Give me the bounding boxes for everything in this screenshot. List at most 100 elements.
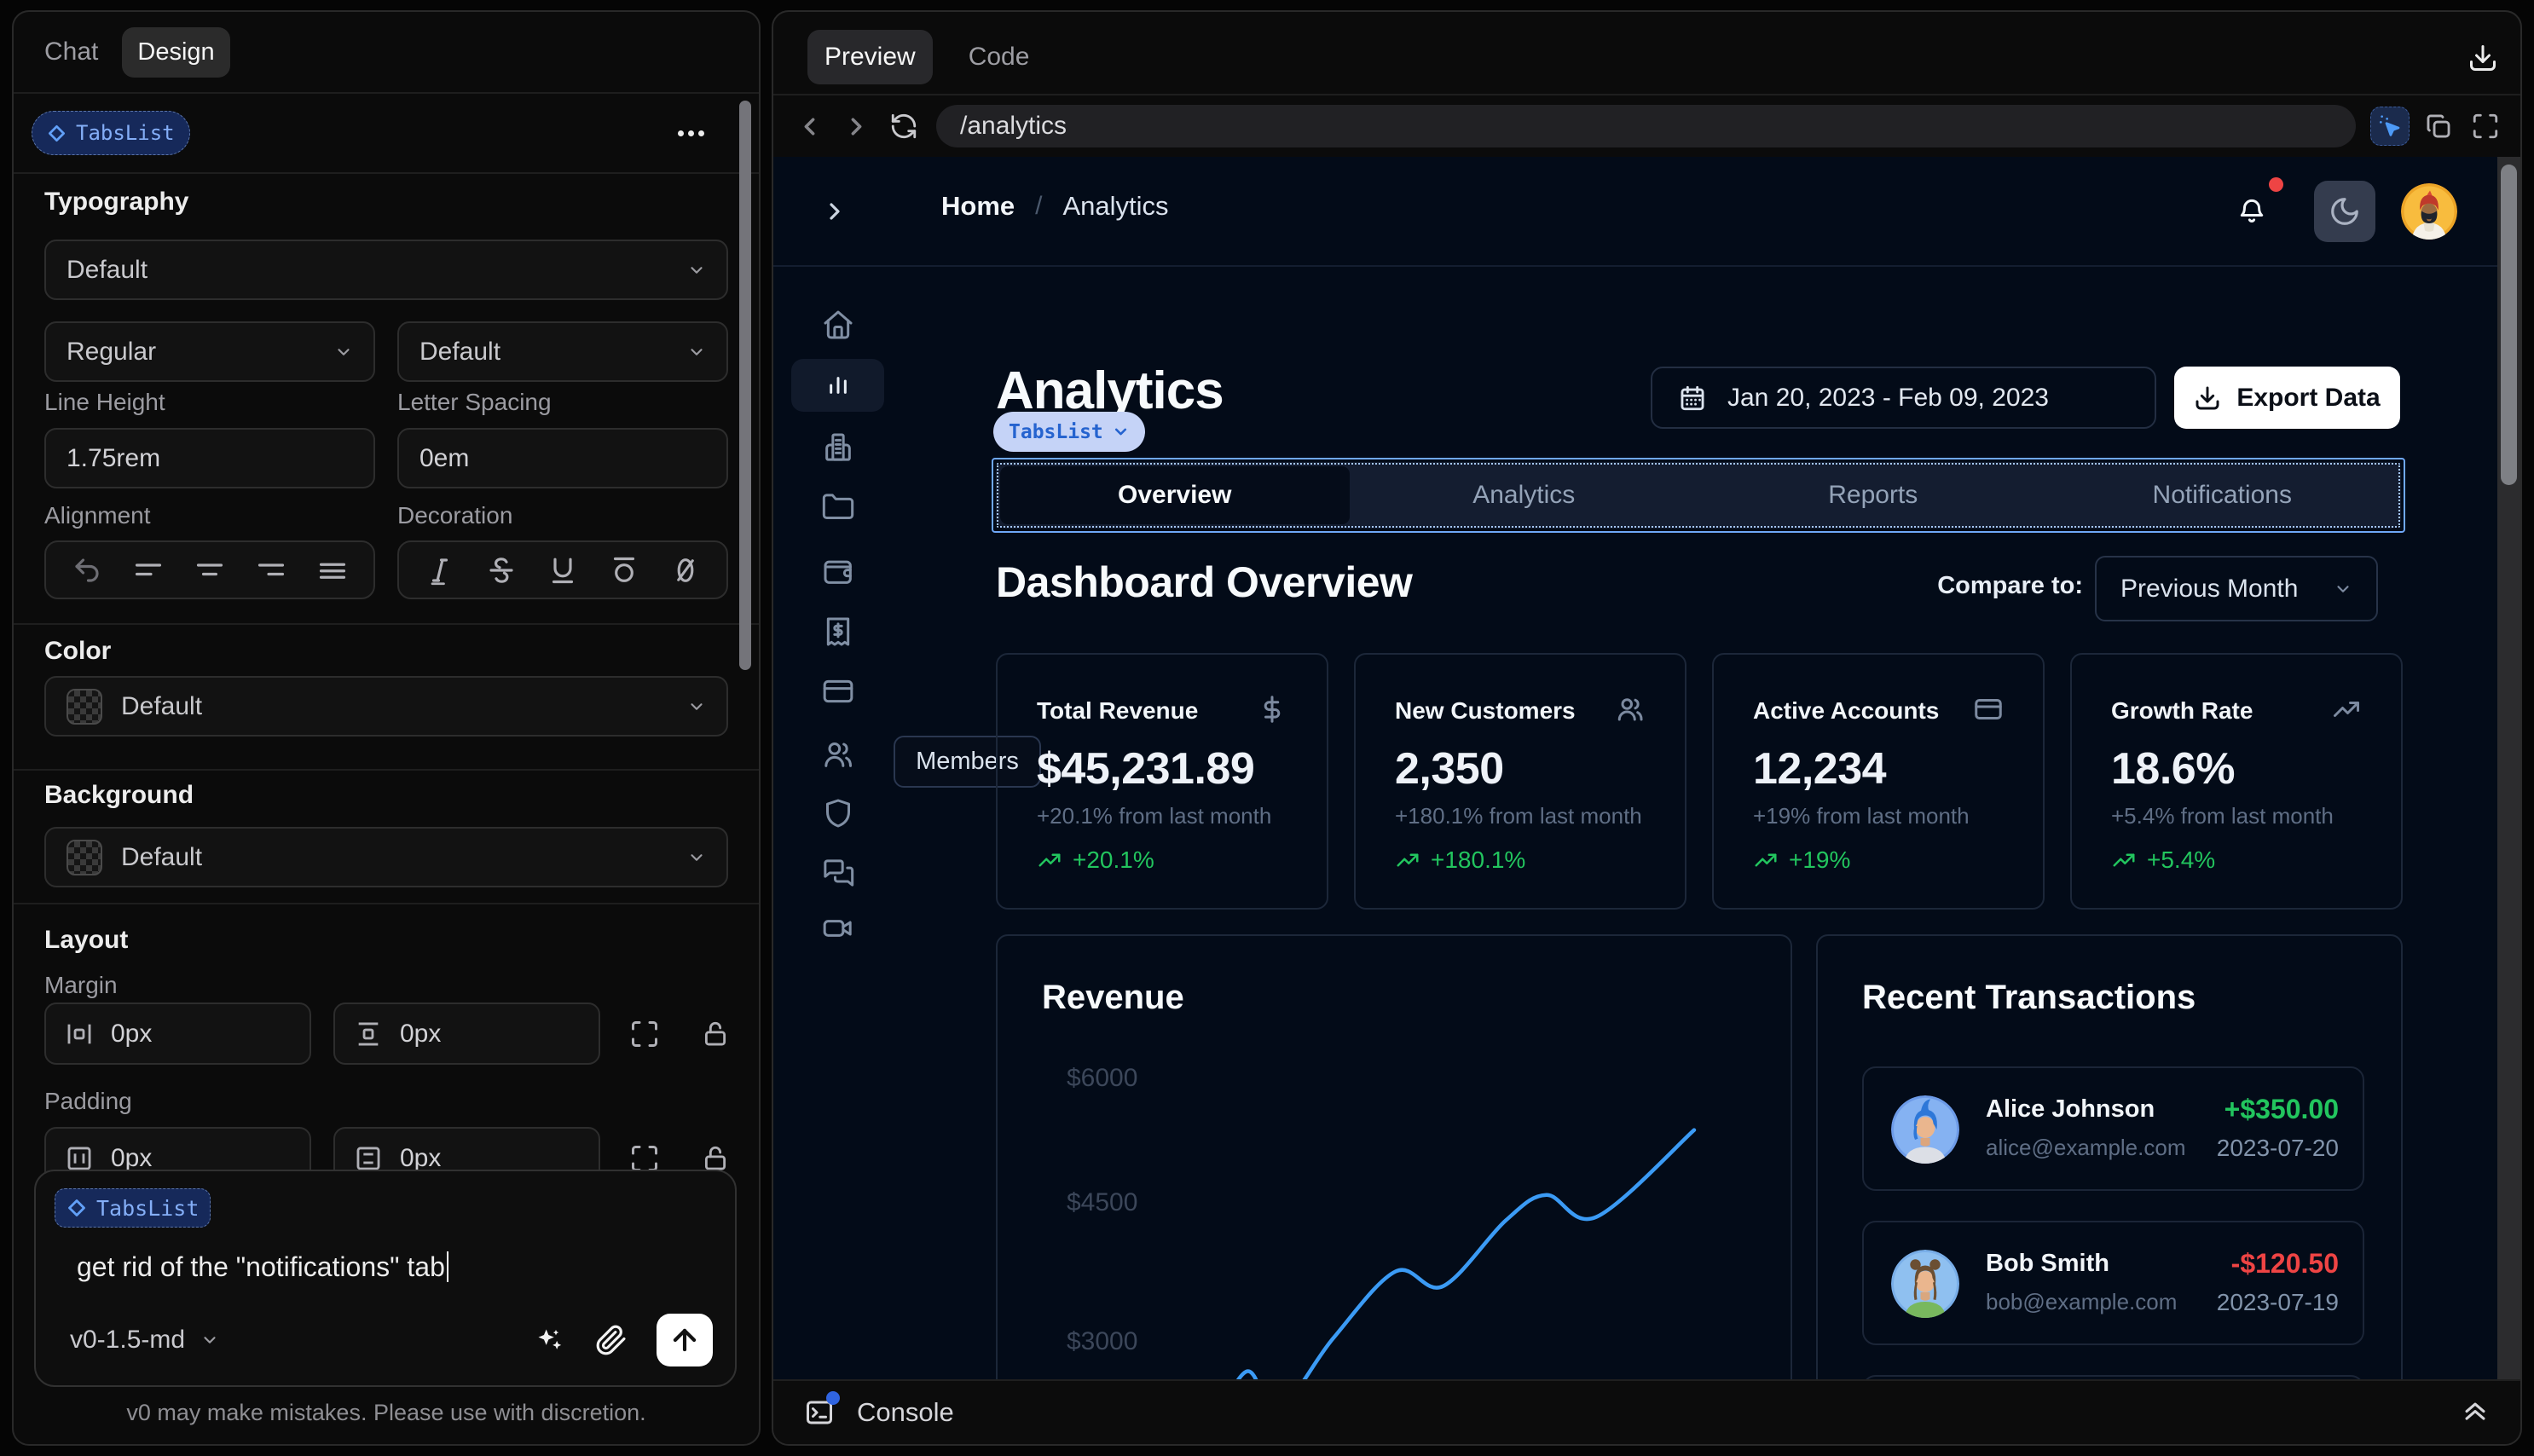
tab-design[interactable]: Design — [122, 26, 230, 78]
console-bar[interactable]: Console — [773, 1379, 2520, 1444]
tab-preview[interactable]: Preview — [807, 30, 933, 84]
color-heading: Color — [44, 637, 112, 665]
underline-icon[interactable] — [547, 555, 578, 586]
sidebar-item-folder[interactable] — [791, 481, 884, 534]
composer-component-chip[interactable]: TabsList — [55, 1188, 211, 1228]
panel-scrollbar[interactable] — [739, 101, 751, 670]
sidebar-item-receipt[interactable] — [791, 605, 884, 658]
preview-scrollbar-thumb[interactable] — [2501, 165, 2517, 485]
stat-subtext: +19% from last month — [1753, 803, 1970, 829]
strikethrough-icon[interactable] — [486, 555, 517, 586]
preview-scrollbar[interactable] — [2497, 157, 2520, 1383]
font-weight-select[interactable]: Regular — [44, 321, 375, 382]
font-size-select[interactable]: Default — [397, 321, 728, 382]
align-center-icon[interactable] — [194, 555, 225, 586]
model-select[interactable]: v0-1.5-md — [70, 1326, 219, 1355]
refresh-button[interactable] — [880, 112, 927, 141]
fullscreen-button[interactable] — [2466, 107, 2505, 146]
chevron-down-icon — [691, 702, 703, 710]
download-button[interactable] — [2467, 43, 2498, 73]
chevron-right-icon — [851, 117, 862, 136]
back-button[interactable] — [786, 113, 833, 141]
tab-reports[interactable]: Reports — [1698, 466, 2048, 524]
transactions-card: Recent Transactions Alice Johnson alice@… — [1816, 934, 2403, 1383]
sidebar-item-messages[interactable] — [791, 846, 884, 899]
line-height-input[interactable]: 1.75rem — [44, 428, 375, 488]
no-decoration-icon[interactable] — [670, 555, 701, 586]
sparkles-icon[interactable] — [532, 1323, 566, 1357]
corners-icon — [632, 1020, 657, 1047]
letter-spacing-input[interactable]: 0em — [397, 428, 728, 488]
forward-button[interactable] — [833, 113, 880, 141]
paperclip-icon[interactable] — [595, 1324, 628, 1356]
background-select[interactable]: Default — [44, 827, 728, 887]
transaction-row[interactable]: Alice Johnson alice@example.com +$350.00… — [1862, 1066, 2364, 1191]
stat-subtext: +5.4% from last month — [2111, 803, 2334, 829]
tab-notifications[interactable]: Notifications — [2048, 466, 2398, 524]
sidebar-item-building[interactable] — [791, 421, 884, 474]
margin-x-input[interactable]: 0px — [44, 1002, 311, 1065]
avatar-image-bob — [1891, 1250, 1959, 1318]
stat-title: Total Revenue — [1037, 697, 1199, 724]
font-select[interactable]: Default — [44, 240, 728, 300]
section-title: Dashboard Overview — [996, 558, 1413, 606]
chevron-down-icon — [204, 1337, 216, 1343]
receipt-icon — [826, 617, 849, 646]
selected-component-badge[interactable]: TabsList — [32, 111, 190, 155]
sidebar-item-credit-card[interactable] — [791, 665, 884, 718]
design-select-tool[interactable] — [2370, 107, 2410, 146]
send-button[interactable] — [657, 1314, 713, 1366]
url-input[interactable]: /analytics — [936, 105, 2356, 147]
padding-y-icon — [356, 1147, 380, 1170]
align-left-icon[interactable] — [133, 555, 164, 586]
sidebar-item-users[interactable] — [791, 728, 884, 781]
margin-lock-button[interactable] — [701, 1014, 730, 1054]
sidebar-item-wallet[interactable] — [791, 545, 884, 598]
trending-up-icon — [2113, 853, 2135, 867]
alignment-label: Alignment — [44, 502, 151, 529]
composer-input[interactable]: get rid of the "notifications" tab — [77, 1251, 716, 1283]
selection-label[interactable]: TabsList — [993, 412, 1145, 452]
credit-card-icon — [823, 679, 853, 703]
transaction-row[interactable]: Bob Smith bob@example.com -$120.50 2023-… — [1862, 1221, 2364, 1345]
color-select[interactable]: Default — [44, 676, 728, 737]
stat-trend: +180.1% — [1431, 846, 1526, 873]
undo-icon[interactable] — [72, 555, 102, 586]
stat-trend: +19% — [1789, 846, 1851, 873]
tab-overview[interactable]: Overview — [1000, 466, 1350, 524]
disclaimer-text: v0 may make mistakes. Please use with di… — [126, 1400, 646, 1425]
more-options-button[interactable] — [678, 130, 704, 136]
tab-chat[interactable]: Chat — [44, 38, 98, 66]
overline-icon[interactable] — [609, 555, 639, 586]
align-right-icon[interactable] — [256, 555, 286, 586]
margin-label: Margin — [44, 972, 118, 998]
sidebar-item-video[interactable] — [791, 902, 884, 955]
stat-card: Active Accounts 12,234 +19% from last mont… — [1712, 653, 2045, 910]
sidebar-item-home[interactable] — [791, 298, 884, 351]
copy-button[interactable] — [2419, 107, 2458, 146]
user-avatar[interactable] — [2401, 182, 2457, 240]
chevron-down-icon — [691, 266, 703, 274]
align-justify-icon[interactable] — [317, 555, 348, 586]
compare-select[interactable]: Previous Month — [2095, 556, 2378, 621]
pointer-icon — [2380, 115, 2400, 136]
sidebar-item-shield[interactable] — [791, 787, 884, 840]
sidebar-expand-button[interactable] — [821, 198, 848, 225]
download-icon — [2196, 386, 2219, 409]
breadcrumb-home[interactable]: Home — [941, 191, 1015, 222]
tab-code[interactable]: Code — [969, 43, 1030, 72]
margin-y-input[interactable]: 0px — [333, 1002, 600, 1065]
italic-icon[interactable] — [425, 555, 455, 586]
theme-toggle[interactable] — [2314, 180, 2375, 242]
margin-expand-button[interactable] — [629, 1014, 660, 1054]
chevron-right-icon — [830, 203, 840, 220]
avatar — [1891, 1250, 1959, 1318]
export-data-button[interactable]: Export Data — [2174, 367, 2400, 429]
chat-composer[interactable]: TabsList get rid of the "notifications" … — [34, 1170, 737, 1387]
notifications-button[interactable] — [2236, 176, 2283, 228]
tab-analytics[interactable]: Analytics — [1350, 466, 1699, 524]
console-expand-button[interactable] — [2461, 1398, 2490, 1427]
sidebar-item-bar-chart[interactable] — [791, 359, 884, 412]
chevron-down-icon — [1114, 428, 1126, 436]
date-range-button[interactable]: Jan 20, 2023 - Feb 09, 2023 — [1651, 367, 2156, 429]
